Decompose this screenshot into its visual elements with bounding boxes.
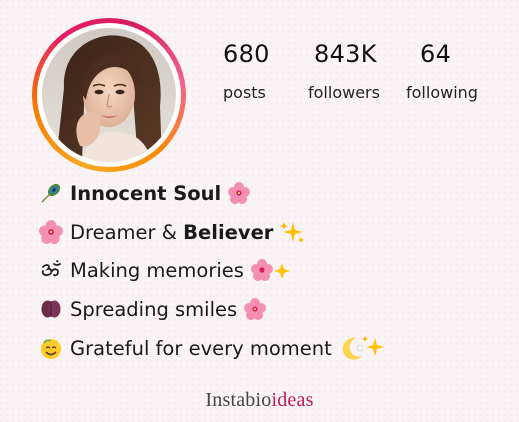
- bio-line-3: Making memories: [38, 255, 292, 285]
- bio-line-4-text: Spreading smiles: [70, 297, 238, 321]
- bio-line-1-text: Innocent Soul: [70, 181, 222, 205]
- bio-line-2-text-a: Dreamer &: [70, 220, 184, 244]
- posts-count: 680: [223, 40, 270, 68]
- watermark-text-b: ideas: [271, 389, 314, 411]
- following-label: following: [406, 83, 478, 102]
- followers-stat[interactable]: 843K followers: [308, 40, 380, 103]
- moon-sparkles-icon: [338, 334, 386, 362]
- watermark: Instabioideas: [0, 389, 519, 412]
- avatar-frame: [37, 23, 181, 167]
- bio-line-1: Innocent Soul: [38, 178, 251, 208]
- followers-count: 843K: [314, 40, 377, 68]
- avatar-photo-icon: [42, 28, 176, 162]
- hibiscus-sparkles-icon: [250, 257, 292, 283]
- om-symbol-icon: [38, 257, 64, 283]
- sparkles-icon: [279, 220, 305, 244]
- bio-line-2-text-b: Believer: [183, 220, 274, 244]
- followers-label: followers: [308, 83, 380, 102]
- avatar-story-ring[interactable]: [32, 18, 186, 172]
- lips-icon: [38, 296, 64, 322]
- bio-line-4: Spreading smiles: [38, 294, 267, 324]
- bio-line-5-text: Grateful for every moment: [70, 336, 332, 360]
- following-count: 64: [420, 40, 452, 68]
- hibiscus-icon: [243, 297, 267, 321]
- posts-stat[interactable]: 680 posts: [223, 40, 270, 103]
- bio-line-2: Dreamer & Believer: [38, 217, 305, 247]
- hibiscus-icon: [227, 181, 251, 205]
- bio-line-5: Grateful for every moment: [38, 333, 386, 363]
- peacock-feather-icon: [38, 180, 64, 206]
- avatar[interactable]: [42, 28, 176, 162]
- bio-line-3-text: Making memories: [70, 258, 244, 282]
- posts-label: posts: [223, 83, 266, 102]
- watermark-text-a: Instabio: [205, 389, 272, 411]
- hibiscus-icon: [38, 219, 64, 245]
- smiling-face-icon: [38, 335, 64, 361]
- profile-page: 680 posts 843K followers 64 following In…: [0, 0, 519, 422]
- following-stat[interactable]: 64 following: [406, 40, 478, 103]
